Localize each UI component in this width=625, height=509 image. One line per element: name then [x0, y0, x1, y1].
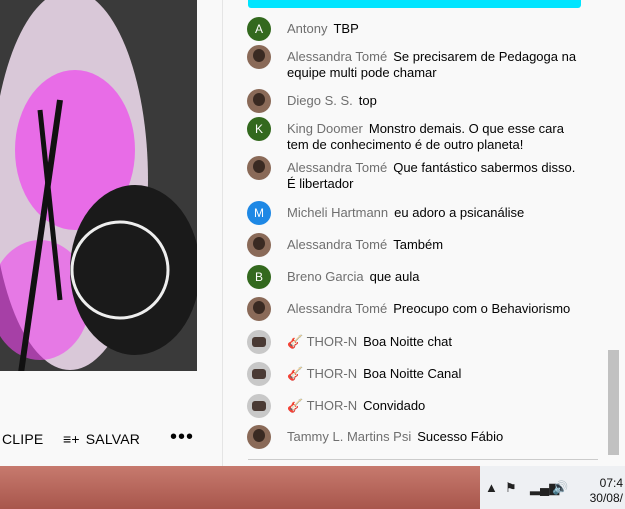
- avatar[interactable]: [247, 425, 271, 449]
- live-chat-panel: A Antony TBP Alessandra Tomé Se precisarem…: [223, 0, 625, 466]
- playlist-add-icon: ≡+: [63, 431, 80, 447]
- chat-pinned-banner[interactable]: [248, 0, 581, 8]
- avatar[interactable]: A: [247, 17, 271, 41]
- message-author[interactable]: Tammy L. Martins Psi: [287, 429, 411, 444]
- avatar[interactable]: M: [247, 201, 271, 225]
- chevron-up-icon[interactable]: ▲: [485, 480, 498, 495]
- message-text: Sucesso Fábio: [417, 429, 504, 444]
- clock[interactable]: 07:4 30/08/: [590, 476, 623, 506]
- avatar[interactable]: [247, 156, 271, 180]
- avatar[interactable]: [247, 394, 271, 418]
- message-author[interactable]: Alessandra Tomé: [287, 49, 387, 64]
- avatar[interactable]: [247, 45, 271, 69]
- chat-input-divider: [248, 459, 598, 460]
- network-disconnected-icon[interactable]: ⚑: [505, 480, 517, 496]
- message-text: Convidado: [363, 398, 426, 413]
- avatar[interactable]: B: [247, 265, 271, 289]
- avatar[interactable]: [247, 330, 271, 354]
- video-actions: CLIPE ≡+ SALVAR •••: [0, 371, 222, 466]
- message-text: que aula: [369, 269, 420, 284]
- avatar[interactable]: [247, 297, 271, 321]
- volume-icon[interactable]: 🔊: [552, 480, 568, 496]
- message-text: eu adoro a psicanálise: [394, 205, 525, 220]
- message-author[interactable]: Alessandra Tomé: [287, 301, 387, 316]
- message-text: Preocupo com o Behaviorismo: [393, 301, 571, 316]
- message-author[interactable]: Breno Garcia: [287, 269, 364, 284]
- video-player[interactable]: [0, 0, 197, 371]
- more-actions-button[interactable]: •••: [170, 426, 194, 449]
- clip-button[interactable]: CLIPE: [2, 431, 43, 447]
- message-author[interactable]: 🎸 THOR-N: [287, 398, 357, 413]
- message-author[interactable]: Antony: [287, 21, 327, 36]
- chat-scrollbar[interactable]: [608, 350, 619, 455]
- clock-time: 07:4: [599, 476, 623, 490]
- system-tray: ▲ ⚑ ▂▄▆ 🔊 07:4 30/08/: [480, 466, 625, 509]
- clip-label: CLIPE: [2, 431, 44, 447]
- message-text: Boa Noitte Canal: [363, 366, 462, 381]
- message-author[interactable]: Alessandra Tomé: [287, 160, 387, 175]
- avatar[interactable]: [247, 362, 271, 386]
- message-author[interactable]: 🎸 THOR-N: [287, 334, 357, 349]
- avatar[interactable]: K: [247, 117, 271, 141]
- message-author[interactable]: 🎸 THOR-N: [287, 366, 357, 381]
- avatar[interactable]: [247, 233, 271, 257]
- message-author[interactable]: Diego S. S.: [287, 93, 353, 108]
- save-button[interactable]: ≡+ SALVAR: [63, 431, 140, 447]
- avatar[interactable]: [247, 89, 271, 113]
- message-text: top: [358, 93, 377, 108]
- more-icon: •••: [170, 426, 195, 448]
- message-text: Também: [393, 237, 444, 252]
- message-author[interactable]: Micheli Hartmann: [287, 205, 388, 220]
- message-text: TBP: [333, 21, 359, 36]
- video-frame: [0, 0, 197, 371]
- message-text: Boa Noitte chat: [363, 334, 453, 349]
- clock-date: 30/08/: [589, 491, 623, 505]
- save-label: SALVAR: [85, 431, 141, 447]
- message-author[interactable]: King Doomer: [287, 121, 363, 136]
- message-author[interactable]: Alessandra Tomé: [287, 237, 387, 252]
